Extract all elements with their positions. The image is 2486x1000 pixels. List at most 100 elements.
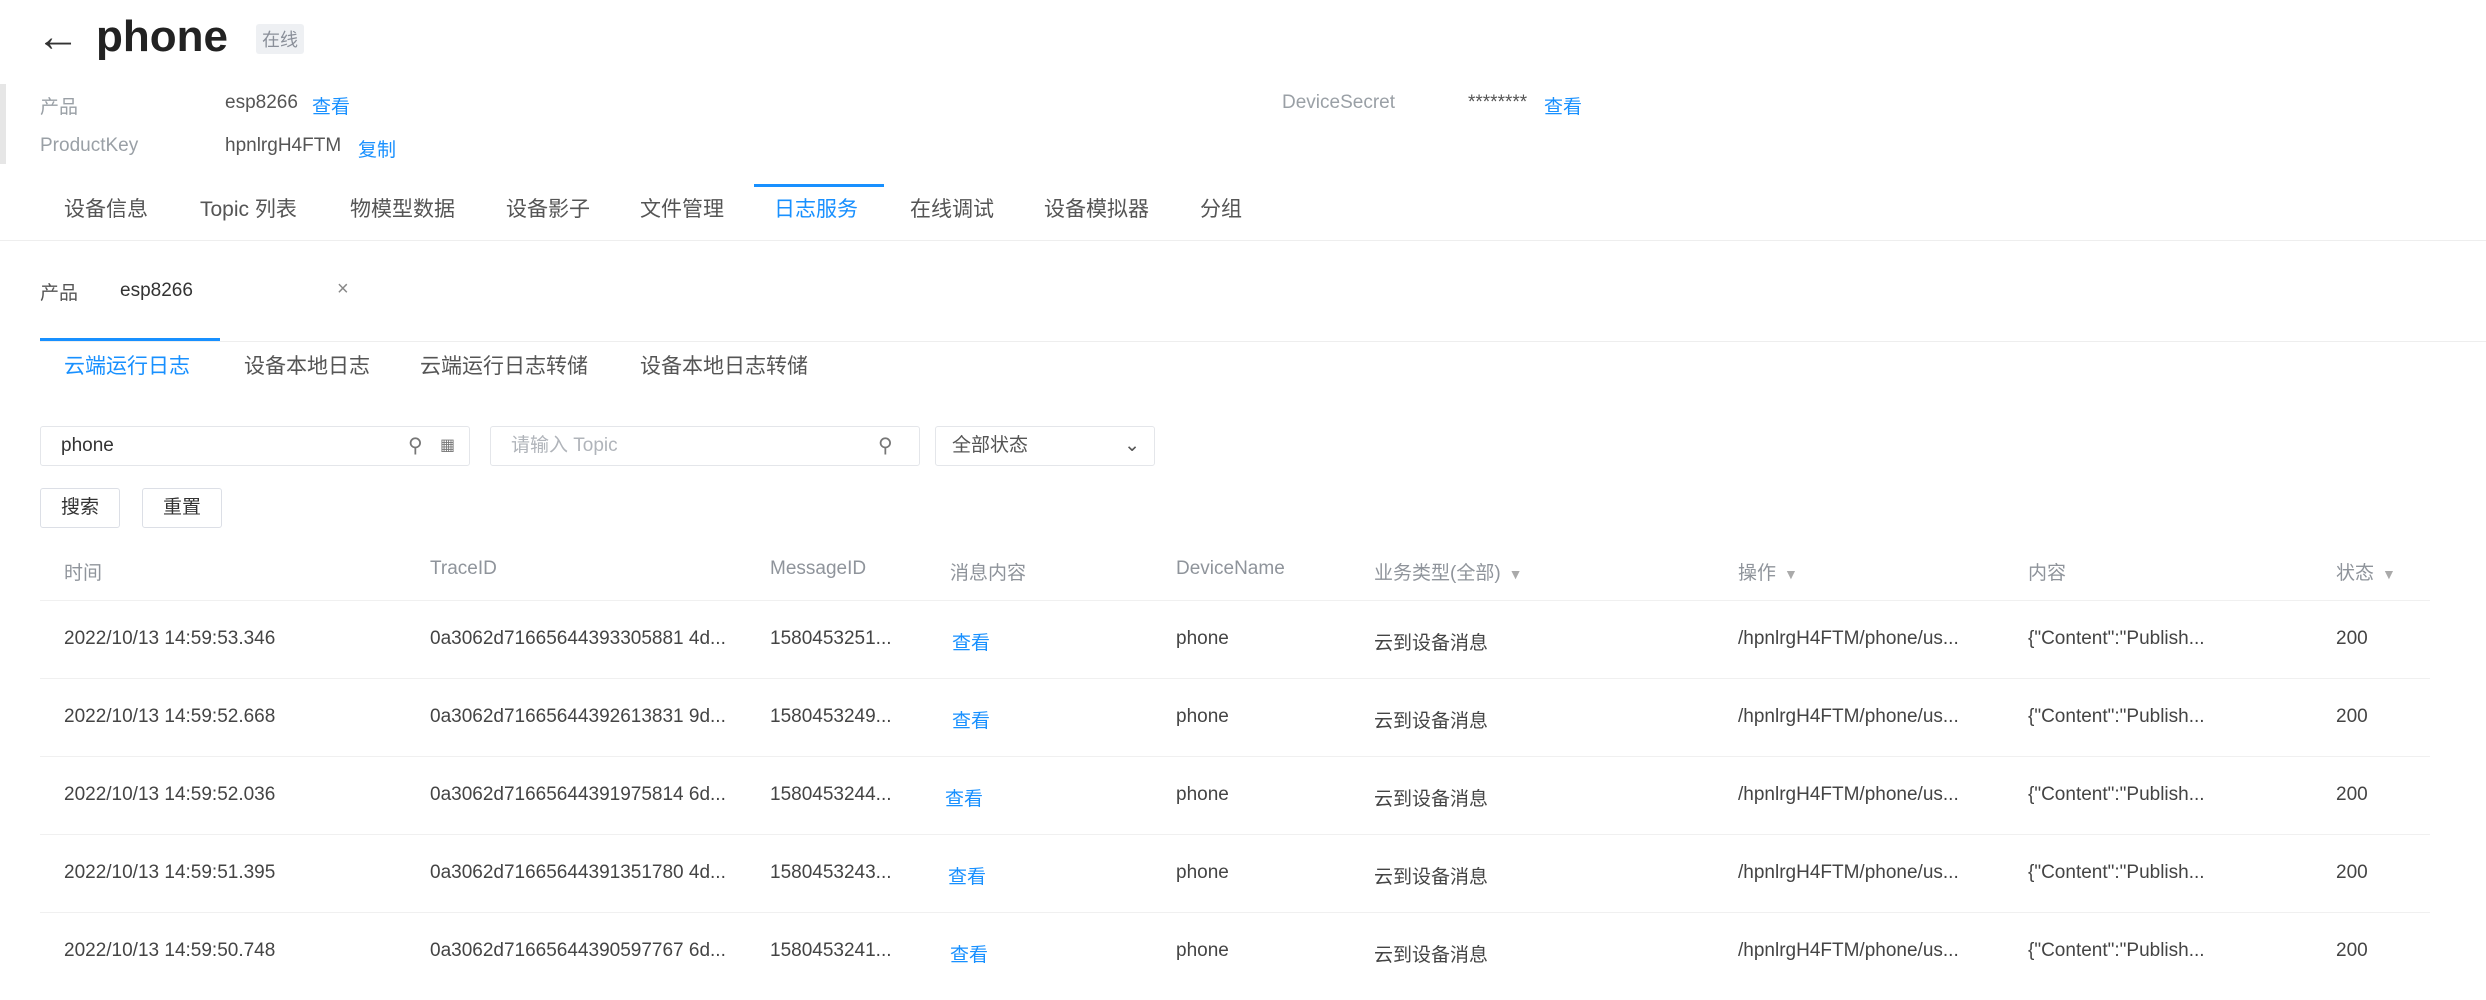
topic-search-icon[interactable]: ⚲: [878, 426, 893, 466]
cell-content: {"Content":"Publish...: [2028, 940, 2205, 961]
tab-device-simulator[interactable]: 设备模拟器: [1044, 190, 1149, 230]
cell-business-type: 云到设备消息: [1374, 945, 1489, 966]
view-message-link[interactable]: 查看: [945, 784, 983, 811]
cell-content: {"Content":"Publish...: [2028, 784, 2205, 805]
tab-topic-list[interactable]: Topic 列表: [200, 190, 297, 230]
device-search-input[interactable]: [40, 426, 470, 466]
devicesecret-label: DeviceSecret: [1282, 92, 1395, 113]
cell-messageid: 1580453249...: [770, 706, 892, 727]
column-header-status-label: 状态: [2336, 563, 2375, 584]
cell-content: {"Content":"Publish...: [2028, 862, 2205, 883]
cell-status: 200: [2336, 628, 2368, 649]
topic-search-input[interactable]: [490, 426, 920, 466]
view-message-link[interactable]: 查看: [950, 940, 988, 967]
info-panel-bar: [0, 84, 6, 164]
cell-status: 200: [2336, 940, 2368, 961]
tabs-divider: [0, 240, 2486, 241]
devicesecret-value: ********: [1468, 92, 1528, 113]
column-header-status[interactable]: 状态 ▼: [2336, 558, 2396, 585]
operation-filter-icon[interactable]: ▼: [1784, 566, 1798, 582]
selector-product-label: 产品: [40, 283, 79, 304]
cell-time: 2022/10/13 14:59:52.036: [64, 784, 276, 805]
cell-messageid: 1580453244...: [770, 784, 892, 805]
header-divider: [40, 600, 2430, 601]
column-header-messageid: MessageID: [770, 558, 867, 579]
view-message-link[interactable]: 查看: [948, 862, 986, 889]
row-divider: [40, 912, 2430, 913]
status-select-value: 全部状态: [952, 435, 1029, 456]
status-select[interactable]: 全部状态 ⌄: [935, 426, 1155, 466]
view-message-link[interactable]: 查看: [952, 628, 990, 655]
active-tab-indicator: [754, 184, 884, 187]
dropdown-toggle-icon[interactable]: ▦: [440, 426, 455, 466]
status-filter-icon[interactable]: ▼: [2382, 566, 2396, 582]
cell-traceid: 0a3062d71665644391351780 4d...: [430, 862, 726, 883]
productkey-copy-link[interactable]: 复制: [358, 135, 396, 162]
cell-operation: /hpnlrgH4FTM/phone/us...: [1738, 862, 1959, 883]
search-button[interactable]: 搜索: [40, 488, 121, 528]
search-icon[interactable]: ⚲: [408, 426, 423, 466]
cell-status: 200: [2336, 862, 2368, 883]
cell-devicename: phone: [1176, 784, 1229, 805]
subtabs-divider: [40, 341, 2486, 342]
cell-operation: /hpnlrgH4FTM/phone/us...: [1738, 784, 1959, 805]
tab-thing-model-data[interactable]: 物模型数据: [350, 190, 455, 230]
reset-button[interactable]: 重置: [142, 488, 223, 528]
subtab-cloud-log[interactable]: 云端运行日志: [64, 352, 190, 382]
productkey-label: ProductKey: [40, 135, 139, 156]
product-selector-value: esp8266: [120, 280, 193, 301]
column-header-operation-label: 操作: [1738, 563, 1777, 584]
row-divider: [40, 756, 2430, 757]
cell-business-type: 云到设备消息: [1374, 711, 1489, 732]
cell-messageid: 1580453251...: [770, 628, 892, 649]
row-divider: [40, 834, 2430, 835]
column-header-traceid: TraceID: [430, 558, 497, 579]
cell-business-type: 云到设备消息: [1374, 789, 1489, 810]
page-title: phone: [96, 12, 228, 61]
cell-time: 2022/10/13 14:59:52.668: [64, 706, 276, 727]
device-tabs: 设备信息 Topic 列表 物模型数据 设备影子 文件管理 日志服务 在线调试 …: [0, 190, 2486, 230]
column-header-devicename: DeviceName: [1176, 558, 1285, 579]
tab-file-management[interactable]: 文件管理: [640, 190, 724, 230]
tab-log-service[interactable]: 日志服务: [774, 190, 858, 230]
clear-icon[interactable]: ×: [337, 278, 349, 301]
cell-operation: /hpnlrgH4FTM/phone/us...: [1738, 628, 1959, 649]
cell-content: {"Content":"Publish...: [2028, 706, 2205, 727]
devicesecret-view-link[interactable]: 查看: [1544, 92, 1582, 119]
tab-device-shadow[interactable]: 设备影子: [506, 190, 590, 230]
subtab-cloud-log-dump[interactable]: 云端运行日志转储: [420, 352, 588, 382]
column-header-message-content: 消息内容: [950, 563, 1027, 584]
cell-traceid: 0a3062d71665644390597767 6d...: [430, 940, 726, 961]
cell-devicename: phone: [1176, 706, 1229, 727]
cell-devicename: phone: [1176, 862, 1229, 883]
cell-operation: /hpnlrgH4FTM/phone/us...: [1738, 940, 1959, 961]
cell-business-type: 云到设备消息: [1374, 867, 1489, 888]
cell-traceid: 0a3062d71665644391975814 6d...: [430, 784, 726, 805]
column-header-business-type[interactable]: 业务类型(全部) ▼: [1374, 558, 1523, 585]
cell-time: 2022/10/13 14:59:50.748: [64, 940, 276, 961]
column-header-operation[interactable]: 操作 ▼: [1738, 558, 1798, 585]
column-header-content: 内容: [2028, 563, 2067, 584]
cell-time: 2022/10/13 14:59:51.395: [64, 862, 276, 883]
chevron-down-icon: ⌄: [1124, 435, 1140, 456]
tab-group[interactable]: 分组: [1200, 190, 1242, 230]
subtab-device-log-dump[interactable]: 设备本地日志转储: [640, 352, 808, 382]
tab-device-info[interactable]: 设备信息: [64, 190, 148, 230]
column-header-time: 时间: [64, 563, 103, 584]
product-value: esp8266: [225, 92, 298, 113]
cell-time: 2022/10/13 14:59:53.346: [64, 628, 276, 649]
cell-content: {"Content":"Publish...: [2028, 628, 2205, 649]
cell-messageid: 1580453241...: [770, 940, 892, 961]
filter-icon[interactable]: ▼: [1509, 566, 1523, 582]
cell-messageid: 1580453243...: [770, 862, 892, 883]
cell-traceid: 0a3062d71665644392613831 9d...: [430, 706, 726, 727]
cell-traceid: 0a3062d71665644393305881 4d...: [430, 628, 726, 649]
back-arrow-icon[interactable]: ←: [36, 12, 80, 62]
view-message-link[interactable]: 查看: [952, 706, 990, 733]
cell-devicename: phone: [1176, 940, 1229, 961]
subtab-device-local-log[interactable]: 设备本地日志: [244, 352, 370, 382]
product-view-link[interactable]: 查看: [312, 92, 350, 119]
productkey-value: hpnlrgH4FTM: [225, 135, 342, 156]
cell-operation: /hpnlrgH4FTM/phone/us...: [1738, 706, 1959, 727]
tab-online-debug[interactable]: 在线调试: [910, 190, 994, 230]
